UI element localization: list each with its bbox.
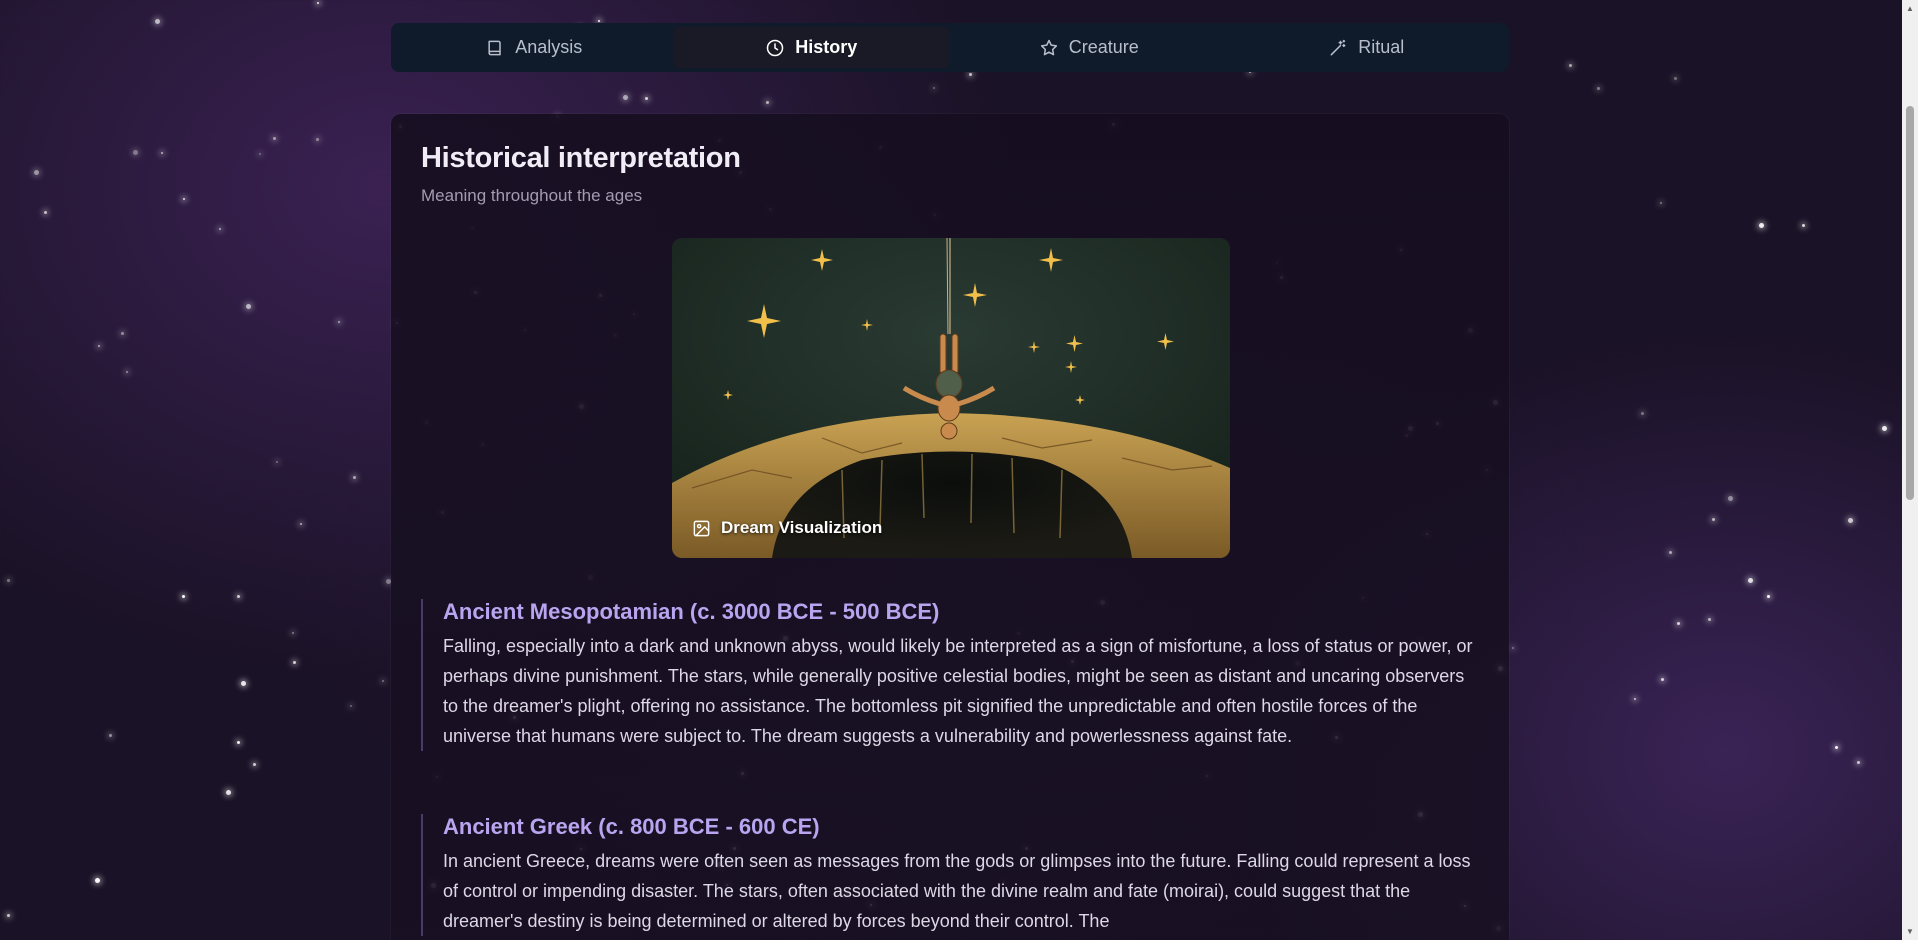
star-dot [1708, 618, 1711, 621]
star-dot [7, 914, 10, 917]
star-dot [1669, 551, 1672, 554]
star-dot [316, 138, 319, 141]
page-scrollbar[interactable]: ▲ ▼ [1902, 0, 1918, 940]
image-caption: Dream Visualization [692, 518, 882, 538]
star-dot [766, 101, 769, 104]
star-dot [645, 97, 648, 100]
star-dot [133, 150, 138, 155]
star-dot [276, 461, 278, 463]
star-dot [1641, 412, 1644, 415]
history-section-greek: Ancient Greek (c. 800 BCE - 600 CE) In a… [421, 814, 1477, 936]
star-dot [1597, 87, 1600, 90]
star-dot [95, 878, 100, 883]
dream-scene-illustration [672, 238, 1230, 558]
star-dot [1728, 496, 1733, 501]
star-dot [109, 734, 112, 737]
star-dot [1767, 595, 1770, 598]
tab-history[interactable]: History [672, 27, 950, 68]
star-dot [1857, 761, 1860, 764]
tab-creature-label: Creature [1068, 37, 1139, 57]
tab-bar: Analysis History Creature Ritual [391, 23, 1509, 72]
star-dot [237, 741, 240, 744]
star-dot [253, 763, 256, 766]
star-dot [933, 87, 935, 89]
star-dot [1802, 224, 1805, 227]
scrollbar-thumb[interactable] [1906, 106, 1914, 500]
star-dot [34, 170, 39, 175]
tab-ritual-label: Ritual [1358, 37, 1405, 57]
tab-ritual[interactable]: Ritual [1228, 27, 1506, 68]
star-dot [182, 595, 185, 598]
interpretation-card: Historical interpretation Meaning throug… [391, 114, 1509, 940]
star-dot [237, 595, 240, 598]
star-dot [155, 19, 160, 24]
star-dot [353, 476, 356, 479]
star-dot [273, 137, 276, 140]
star-dot [1759, 223, 1764, 228]
star-dot [1882, 426, 1887, 431]
star-dot [246, 304, 251, 309]
star-dot [1848, 518, 1853, 523]
star-dot [1748, 578, 1753, 583]
star-dot [183, 198, 185, 200]
history-section-mesopotamian: Ancient Mesopotamian (c. 3000 BCE - 500 … [421, 599, 1477, 751]
section-heading: Ancient Mesopotamian (c. 3000 BCE - 500 … [443, 599, 940, 624]
book-icon [488, 40, 501, 55]
star-dot [598, 20, 600, 22]
star-dot [969, 73, 972, 76]
star-dot [1512, 647, 1514, 649]
star-dot [1660, 202, 1662, 204]
star-dot [121, 332, 124, 335]
scroll-up-arrow-icon[interactable]: ▲ [1902, 0, 1918, 17]
tab-analysis[interactable]: Analysis [395, 27, 673, 68]
star-dot [1712, 518, 1715, 521]
star-dot [126, 371, 128, 373]
star-dot [219, 228, 221, 230]
star-dot [1835, 746, 1838, 749]
star-dot [338, 321, 340, 323]
page-subtitle: Meaning throughout the ages [421, 186, 643, 205]
page-title: Historical interpretation [421, 142, 741, 174]
tab-analysis-label: Analysis [515, 37, 583, 57]
star-dot [317, 2, 319, 4]
star-dot [292, 632, 294, 634]
scroll-down-arrow-icon[interactable]: ▼ [1902, 923, 1918, 940]
star-dot [98, 345, 100, 347]
star-dot [1677, 622, 1680, 625]
star-dot [1634, 698, 1636, 700]
clock-icon [766, 39, 784, 56]
star-dot [623, 95, 628, 100]
star-dot [382, 680, 384, 682]
star-dot [1569, 64, 1572, 67]
star-icon [1040, 39, 1057, 55]
star-dot [1661, 678, 1664, 681]
section-body: In ancient Greece, dreams were often see… [443, 851, 1471, 931]
section-heading: Ancient Greek (c. 800 BCE - 600 CE) [443, 814, 820, 839]
star-dot [226, 790, 231, 795]
image-icon [693, 520, 710, 536]
image-caption-label: Dream Visualization [721, 518, 883, 537]
star-dot [1674, 77, 1677, 80]
star-dot [161, 152, 163, 154]
star-dot [44, 211, 47, 214]
tab-history-label: History [795, 37, 858, 57]
section-body: Falling, especially into a dark and unkn… [443, 636, 1473, 746]
dream-visualization-image: Dream Visualization [672, 238, 1230, 558]
star-dot [7, 579, 10, 582]
star-dot [350, 705, 352, 707]
tab-creature[interactable]: Creature [950, 27, 1228, 68]
star-dot [300, 523, 302, 525]
star-dot [241, 681, 246, 686]
star-dot [259, 153, 261, 155]
magic-wand-icon [1330, 39, 1346, 55]
star-dot [293, 661, 296, 664]
